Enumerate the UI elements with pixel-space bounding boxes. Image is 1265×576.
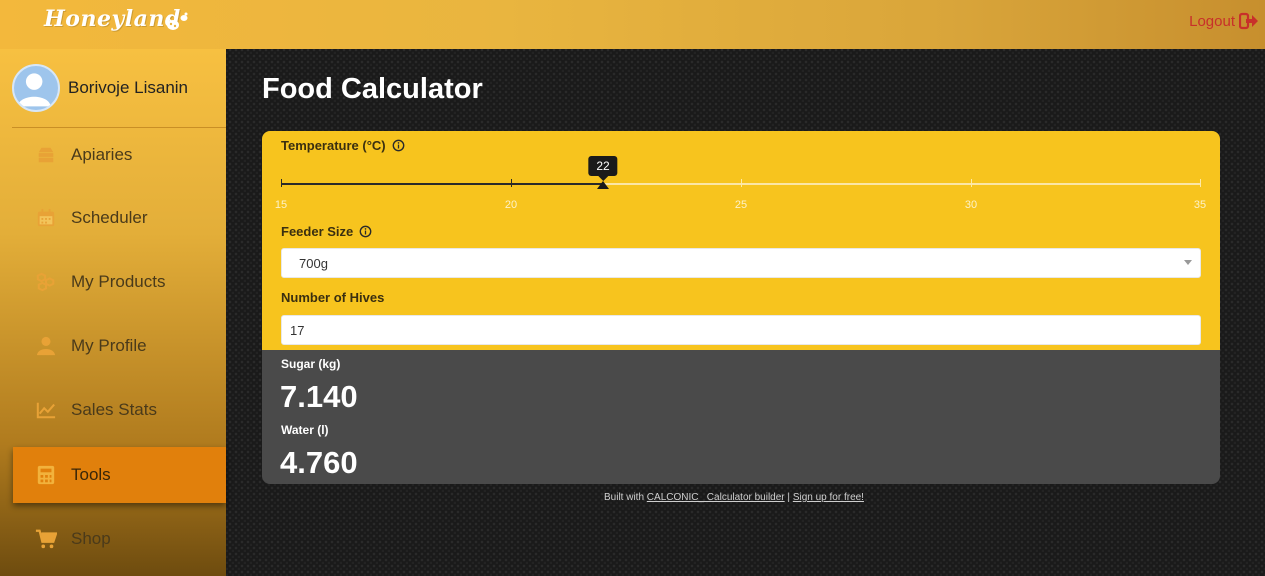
sidebar-item-label: Apiaries [71,145,133,164]
calculator-results: Sugar (kg) 7.140 Water (l) 4.760 [262,350,1220,484]
logout-button[interactable]: Logout [1189,12,1259,30]
sidebar-item-sales-stats[interactable]: Sales Stats [13,382,226,438]
feeder-size-select[interactable]: 700g [281,248,1201,278]
info-icon[interactable] [392,139,405,152]
sign-up-link[interactable]: Sign up for free! [793,492,864,503]
temperature-label-text: Temperature (°C) [281,138,386,153]
sidebar-item-apiaries[interactable]: Apiaries [13,127,226,183]
hives-label-text: Number of Hives [281,290,385,305]
sidebar-item-tools[interactable]: Tools [13,447,226,503]
user-name: Borivoje Lisanin [68,78,189,97]
sidebar-item-my-profile[interactable]: My Profile [13,318,226,374]
sidebar-item-label: Scheduler [71,208,148,227]
calconic-link[interactable]: CALCONIC_ Calculator builder [647,492,785,503]
beehive-icon [35,144,57,166]
slider-tick-label: 20 [504,199,518,211]
sidebar-item-shop[interactable]: Shop [13,511,226,567]
feeder-size-label-text: Feeder Size [281,224,354,239]
slider-value-tooltip: 22 [588,156,618,181]
chart-line-icon [35,399,57,421]
user-icon [35,335,57,357]
sidebar-item-label: My Products [71,272,166,291]
feeder-size-label: Feeder Size [281,224,372,239]
footer-prefix: Built with [604,492,645,503]
sign-out-icon [1239,12,1258,30]
slider-tick [741,179,742,187]
user-avatar-icon [17,73,51,107]
logo-text[interactable]: Honeyland [44,6,181,32]
calculator-inputs: Temperature (°C) 15 20 25 30 35 22 Feede… [262,131,1220,350]
feeder-size-value: 700g [299,255,328,271]
info-icon[interactable] [359,225,372,238]
slider-tick [281,179,282,187]
sidebar-item-label: Shop [71,529,111,548]
hives-label: Number of Hives [281,290,384,305]
slider-tick-label: 15 [274,199,288,211]
footer-separator: | [787,492,791,503]
sidebar-item-label: Tools [71,465,111,484]
slider-tick-label: 25 [734,199,748,211]
slider-tick-label: 30 [964,199,978,211]
sidebar-item-label: Sales Stats [71,400,157,419]
top-bar: Honeyland Logout [0,0,1265,49]
temperature-label: Temperature (°C) [281,138,405,153]
sugar-value: 7.140 [280,379,358,414]
slider-tick [511,179,512,187]
avatar [12,64,60,112]
slider-tick [971,179,972,187]
sidebar-item-scheduler[interactable]: Scheduler [13,190,226,246]
water-label: Water (l) [281,423,329,437]
calendar-icon [35,207,57,229]
slider-fill [281,183,603,185]
sidebar-item-my-products[interactable]: My Products [13,254,226,310]
hives-input[interactable] [281,315,1201,345]
bees-logo-icon [167,12,188,30]
slider-tick-label: 35 [1193,199,1207,211]
logout-label: Logout [1189,12,1235,30]
sidebar: Borivoje Lisanin Apiaries Scheduler My P… [0,49,226,576]
calculator-icon [35,464,57,486]
sugar-label: Sugar (kg) [281,357,341,371]
sidebar-item-label: My Profile [71,336,147,355]
user-profile[interactable]: Borivoje Lisanin [12,63,226,113]
food-calculator: Temperature (°C) 15 20 25 30 35 22 Feede… [262,131,1220,484]
page-title: Food Calculator [262,73,483,105]
slider-handle[interactable] [597,181,609,189]
slider-tick [1200,179,1201,187]
honeycomb-icon [35,271,57,293]
shopping-cart-icon [35,528,57,550]
water-value: 4.760 [280,445,358,480]
chevron-down-icon [1184,260,1192,265]
